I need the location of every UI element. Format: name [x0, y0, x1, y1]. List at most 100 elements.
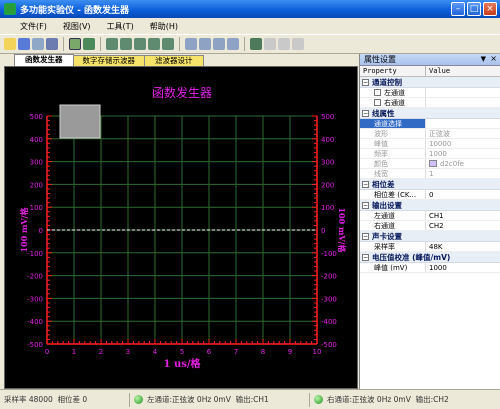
property-section[interactable]: − 通道控制 [360, 77, 500, 88]
close-icon[interactable]: × [490, 54, 497, 63]
tab-filter-design[interactable]: 滤波器设计 [144, 55, 204, 66]
run-icon[interactable] [69, 38, 81, 50]
property-key-text: 通道选择 [374, 120, 402, 128]
property-row[interactable]: 波形 正弦波 [360, 129, 500, 139]
menu-file[interactable]: 文件(F) [14, 21, 53, 32]
property-row[interactable]: 右通道 [360, 98, 500, 108]
stop-icon[interactable] [83, 38, 95, 50]
collapse-icon[interactable]: − [362, 253, 369, 261]
settings-icon[interactable] [46, 38, 58, 50]
zoom-y-icon[interactable] [148, 38, 160, 50]
property-value[interactable] [426, 98, 500, 107]
y-tick-label-left: -400 [27, 318, 43, 326]
property-key: 通道选择 [360, 119, 426, 128]
property-value[interactable]: 正弦波 [426, 129, 500, 138]
property-value[interactable] [426, 88, 500, 97]
property-value[interactable]: CH1 [426, 211, 500, 220]
y-tick-label-right: 100 [321, 204, 334, 212]
collapse-icon[interactable]: − [362, 109, 369, 117]
pin-icon[interactable]: ▼ [481, 55, 486, 63]
property-row[interactable]: 峰值 10000 [360, 139, 500, 149]
tab-oscilloscope[interactable]: 数字存储示波器 [71, 55, 146, 66]
property-key-text: 峰值 (mV) [374, 264, 408, 272]
property-section[interactable]: − 电压值校准 (峰值/mV) [360, 252, 500, 263]
property-value[interactable]: d2c0fe [426, 159, 500, 168]
x-tick-label: 0 [45, 348, 49, 356]
property-row[interactable]: 采样率 48K [360, 242, 500, 252]
property-key: 峰值 [360, 139, 426, 148]
menu-tools[interactable]: 工具(T) [101, 21, 140, 32]
zoom-out-icon[interactable] [120, 38, 132, 50]
y-tick-label-right: 500 [321, 113, 334, 121]
property-row[interactable]: 右通道 CH2 [360, 221, 500, 231]
checkbox[interactable] [374, 89, 381, 96]
disabled-icon-2 [278, 38, 290, 50]
property-value-text: 0 [429, 191, 434, 199]
x-tick-label: 7 [234, 348, 238, 356]
x-tick-label: 10 [313, 348, 322, 356]
save-icon[interactable] [18, 38, 30, 50]
checkbox[interactable] [374, 99, 381, 106]
property-section[interactable]: − 相位差 [360, 179, 500, 190]
property-key-text: 左通道 [374, 212, 395, 220]
x-axis-label: 1 us/格 [164, 357, 202, 370]
maximize-button[interactable]: □ [467, 2, 481, 16]
property-value[interactable]: CH2 [426, 221, 500, 230]
move-right-icon[interactable] [199, 38, 211, 50]
section-label: 声卡设置 [372, 231, 402, 241]
fit-icon[interactable] [162, 38, 174, 50]
property-row[interactable]: 左通道 [360, 88, 500, 98]
property-section[interactable]: − 输出设置 [360, 200, 500, 211]
collapse-icon[interactable]: − [362, 201, 369, 209]
minimize-button[interactable]: – [451, 2, 465, 16]
grid-icon[interactable] [250, 38, 262, 50]
collapse-icon[interactable]: − [362, 180, 369, 188]
property-row[interactable]: 通道选择 [360, 119, 500, 129]
property-value-text: 正弦波 [429, 130, 450, 138]
property-section[interactable]: − 声卡设置 [360, 231, 500, 242]
open-icon[interactable] [4, 38, 16, 50]
property-value-text: CH2 [429, 222, 444, 230]
x-tick-label: 6 [207, 348, 212, 356]
property-value[interactable]: 0 [426, 190, 500, 199]
property-value[interactable] [426, 119, 500, 128]
y-axis-label-right: 100 mV/格 [337, 207, 347, 253]
property-key: 左通道 [360, 88, 426, 97]
property-section[interactable]: − 线属性 [360, 108, 500, 119]
property-value[interactable]: 10000 [426, 139, 500, 148]
property-row[interactable]: 峰值 (mV) 1000 [360, 263, 500, 273]
property-row[interactable]: 线宽 1 [360, 169, 500, 179]
section-label: 相位差 [372, 179, 395, 189]
status-phase: 相位差 0 [57, 394, 88, 404]
property-value[interactable]: 48K [426, 242, 500, 251]
status-left-output: 输出:CH1 [235, 394, 269, 404]
property-value-text: CH1 [429, 212, 444, 220]
move-up-icon[interactable] [213, 38, 225, 50]
window-title: 多功能实验仪 - 函数发生器 [20, 5, 130, 16]
collapse-icon[interactable]: − [362, 78, 369, 86]
properties-grid: − 通道控制 左通道 右通道 − 线属性 通道选择 波形 正弦波 峰值 10000 频率 1000 颜色 d… [360, 77, 500, 273]
y-tick-label-left: -100 [27, 250, 43, 258]
move-left-icon[interactable] [185, 38, 197, 50]
move-down-icon[interactable] [227, 38, 239, 50]
zoom-x-icon[interactable] [134, 38, 146, 50]
property-column-header: Property [360, 66, 426, 76]
property-value[interactable]: 1000 [426, 149, 500, 158]
status-left-value: 0Hz 0mV [196, 394, 231, 404]
zoom-in-icon[interactable] [106, 38, 118, 50]
property-row[interactable]: 左通道 CH1 [360, 211, 500, 221]
collapse-icon[interactable]: − [362, 232, 369, 240]
menu-help[interactable]: 帮助(H) [144, 21, 184, 32]
x-tick-label: 9 [288, 348, 292, 356]
close-button[interactable]: × [483, 2, 497, 16]
print-icon[interactable] [32, 38, 44, 50]
menu-view[interactable]: 视图(V) [57, 21, 97, 32]
property-value[interactable]: 1000 [426, 263, 500, 272]
property-row[interactable]: 频率 1000 [360, 149, 500, 159]
tab-function-generator[interactable]: 函数发生器 [14, 54, 74, 66]
property-row[interactable]: 颜色 d2c0fe [360, 159, 500, 169]
property-row[interactable]: 相位差 (CK... 0 [360, 190, 500, 200]
property-key-text: 线宽 [374, 170, 388, 178]
title-bar: 多功能实验仪 - 函数发生器 – □ × [0, 0, 500, 18]
property-value[interactable]: 1 [426, 169, 500, 178]
